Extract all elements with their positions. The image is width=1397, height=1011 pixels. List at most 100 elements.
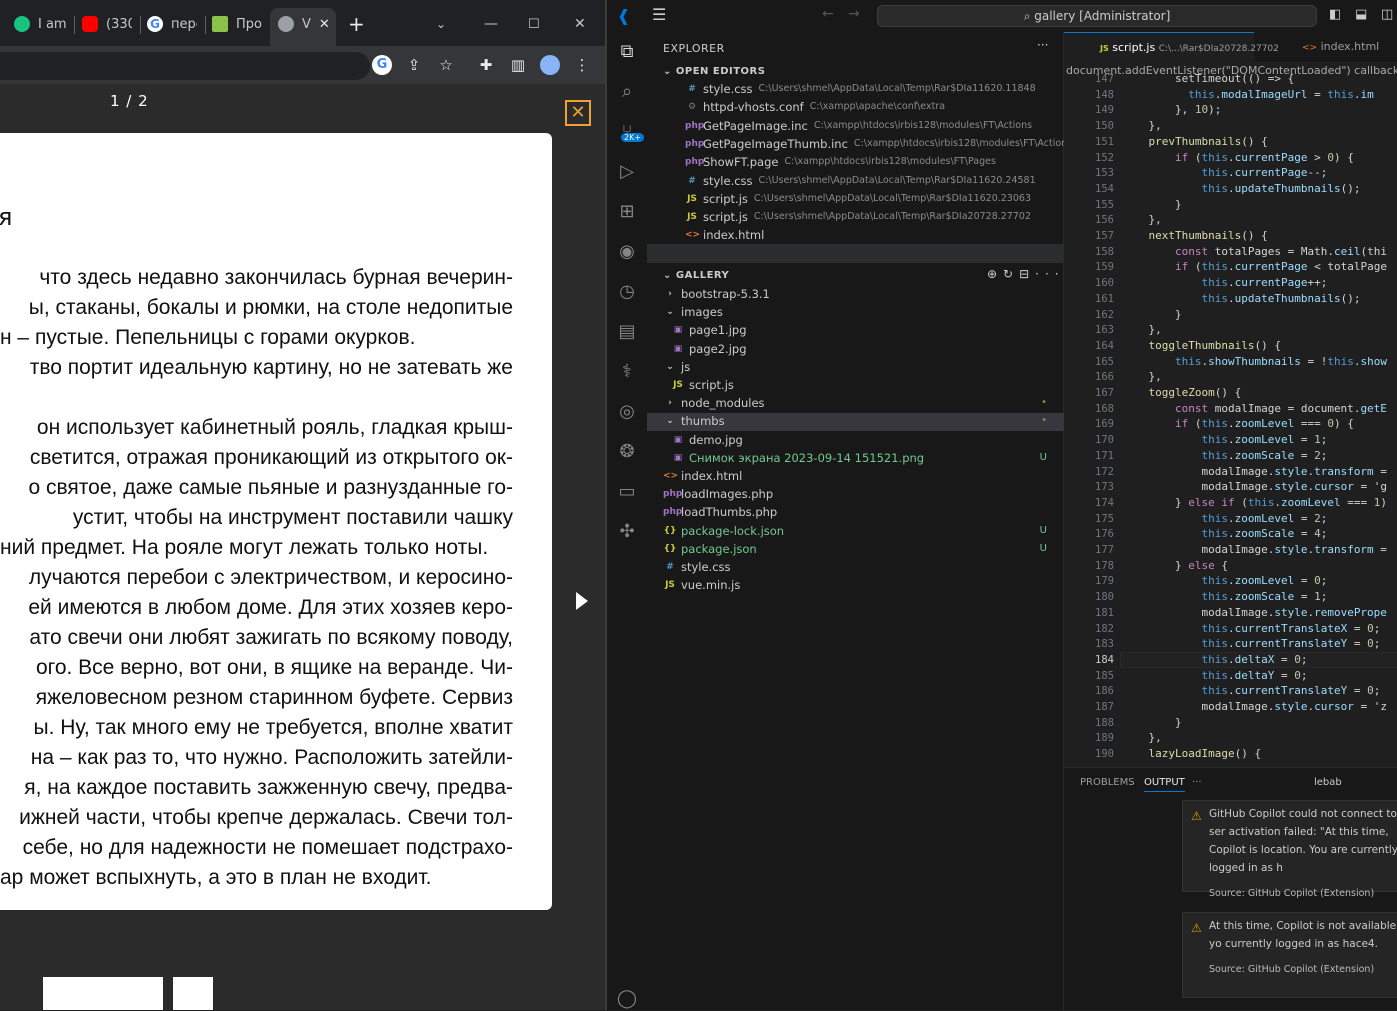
side-panel-icon[interactable]: ▥ bbox=[508, 55, 528, 75]
tree-item[interactable]: ⌄ js bbox=[663, 358, 1047, 376]
code-line[interactable]: this.zoomLevel = 1; bbox=[1122, 433, 1327, 446]
code-line[interactable]: }, bbox=[1122, 213, 1161, 226]
toggle-sidebar-icon[interactable]: ◧ bbox=[1329, 7, 1341, 22]
code-line[interactable]: this.currentPage++; bbox=[1122, 276, 1327, 289]
layout-icon[interactable]: ◫ bbox=[1381, 7, 1393, 22]
extensions-icon[interactable]: ⊞ bbox=[615, 200, 639, 224]
code-line[interactable]: const modalImage = document.getE bbox=[1122, 402, 1387, 415]
code-line[interactable]: this.zoomScale = 4; bbox=[1122, 527, 1327, 540]
code-line[interactable]: this.currentTranslateX = 0; bbox=[1122, 622, 1380, 635]
tree-item[interactable]: {} package-lock.json U bbox=[663, 522, 1047, 540]
tree-item[interactable]: ▣ page2.jpg bbox=[671, 340, 1047, 358]
open-editor-item[interactable]: ⚙ httpd-vhosts.conf C:\xampp\apache\conf\e… bbox=[685, 98, 1047, 116]
code-line[interactable]: if (this.zoomLevel === 0) { bbox=[1122, 417, 1354, 430]
open-editors-header[interactable]: ⌄ OPEN EDITORS bbox=[663, 66, 765, 77]
timeline-icon[interactable]: ◷ bbox=[615, 280, 639, 304]
open-editor-item[interactable]: JS script.js C:\Users\shmel\AppData\Local\… bbox=[685, 190, 1047, 208]
code-line[interactable]: }, bbox=[1122, 731, 1161, 744]
tree-item[interactable]: # style.css bbox=[663, 558, 1047, 576]
address-bar[interactable] bbox=[0, 52, 370, 80]
editor-tab-index-html[interactable]: <> index.html bbox=[1302, 32, 1397, 62]
menu-hamburger-icon[interactable]: ☰ bbox=[652, 5, 666, 24]
window-close-icon[interactable]: ✕ bbox=[574, 10, 588, 38]
forward-arrow-icon[interactable]: → bbox=[848, 6, 860, 22]
copilot-notification-2[interactable]: ⚠ At this time, Copilot is not available… bbox=[1182, 912, 1397, 998]
remote-icon[interactable]: ✣ bbox=[615, 520, 639, 544]
code-line[interactable]: lazyLoadImage() { bbox=[1122, 747, 1262, 760]
code-line[interactable]: this.zoomScale = 1; bbox=[1122, 590, 1327, 603]
code-line[interactable]: modalImage.style.removePrope bbox=[1122, 606, 1386, 619]
open-editor-item[interactable]: # style.css C:\Users\shmel\AppData\Local\T… bbox=[685, 80, 1047, 98]
output-channel-select[interactable]: lebab bbox=[1314, 777, 1342, 788]
tab-active[interactable]: V ✕ bbox=[278, 10, 338, 38]
openai-icon[interactable]: ❂ bbox=[615, 440, 639, 464]
next-page-arrow-icon[interactable] bbox=[576, 592, 588, 610]
tree-item[interactable]: JS script.js bbox=[671, 376, 1047, 394]
code-line[interactable]: if (this.currentPage > 0) { bbox=[1122, 151, 1354, 164]
open-editor-item[interactable]: JS script.js C:\Users\shmel\AppData\Local\… bbox=[685, 208, 1047, 226]
copilot-notification-1[interactable]: ⚠ GitHub Copilot could not connect to se… bbox=[1182, 800, 1397, 899]
google-lens-icon[interactable]: G bbox=[372, 55, 392, 75]
tree-item[interactable]: ▣ demo.jpg bbox=[671, 431, 1047, 449]
docker-icon[interactable]: ▤ bbox=[615, 320, 639, 344]
tree-item[interactable]: ⌄ images bbox=[663, 303, 1047, 321]
code-line[interactable]: modalImage.style.cursor = 'z bbox=[1122, 700, 1386, 713]
code-line[interactable]: modalImage.style.transform = bbox=[1122, 465, 1386, 478]
tree-item[interactable]: › bootstrap-5.3.1 bbox=[663, 285, 1047, 303]
tree-item[interactable]: <> index.html bbox=[663, 467, 1047, 485]
code-line[interactable]: toggleThumbnails() { bbox=[1122, 339, 1281, 352]
code-line[interactable]: toggleZoom() { bbox=[1122, 386, 1242, 399]
tab-book[interactable]: Про bbox=[212, 10, 264, 38]
code-line[interactable]: this.updateThumbnails(); bbox=[1122, 182, 1360, 195]
menu-icon[interactable]: ⋮ bbox=[572, 55, 592, 75]
code-line[interactable]: this.zoomLevel = 0; bbox=[1122, 574, 1327, 587]
code-line[interactable]: const totalPages = Math.ceil(thi bbox=[1122, 245, 1387, 258]
tab-output[interactable]: OUTPUT bbox=[1144, 777, 1185, 792]
toggle-panel-icon[interactable]: ⬓ bbox=[1355, 7, 1367, 22]
code-line[interactable]: this.zoomScale = 2; bbox=[1122, 449, 1327, 462]
tab-search-icon[interactable]: ⌄ bbox=[436, 10, 450, 38]
live-share-icon[interactable]: ◎ bbox=[615, 400, 639, 424]
code-line[interactable]: this.deltaY = 0; bbox=[1122, 669, 1307, 682]
code-line[interactable]: this.currentTranslateY = 0; bbox=[1122, 684, 1380, 697]
code-line[interactable]: this.currentTranslateY = 0; bbox=[1122, 637, 1380, 650]
new-tab-button[interactable]: + bbox=[348, 10, 368, 38]
document-page-image[interactable]: я что здесь недавно закончилась бурная в… bbox=[0, 133, 552, 910]
explorer-icon[interactable]: ⧉ bbox=[615, 40, 639, 64]
tree-item[interactable]: php loadThumbs.php bbox=[663, 503, 1047, 521]
code-line[interactable]: setTimeout(() => { bbox=[1122, 72, 1294, 85]
code-line[interactable]: } bbox=[1122, 198, 1182, 211]
back-arrow-icon[interactable]: ← bbox=[822, 6, 834, 22]
tree-item[interactable]: ▣ page1.jpg bbox=[671, 321, 1047, 339]
command-center[interactable]: ⌕ gallery [Administrator] bbox=[877, 5, 1317, 27]
code-line[interactable]: } bbox=[1122, 716, 1182, 729]
close-tab-icon[interactable]: ✕ bbox=[319, 17, 330, 32]
tree-item[interactable]: php loadImages.php bbox=[663, 485, 1047, 503]
panel-more-icon[interactable]: ··· bbox=[1192, 777, 1202, 788]
open-editor-item[interactable]: php GetPageImage.inc C:\xampp\htdocs\irbis… bbox=[685, 117, 1047, 135]
terminal-icon[interactable]: ▭ bbox=[615, 480, 639, 504]
code-line[interactable]: }, bbox=[1122, 323, 1161, 336]
tree-item[interactable]: ⌄ thumbs • bbox=[663, 412, 1047, 430]
share-icon[interactable]: ⇪ bbox=[404, 55, 424, 75]
code-line[interactable]: this.modalImageUrl = this.im bbox=[1122, 88, 1373, 101]
code-line[interactable]: } else { bbox=[1122, 559, 1228, 572]
code-line[interactable]: if (this.currentPage < totalPage bbox=[1122, 260, 1387, 273]
code-line[interactable]: } bbox=[1122, 308, 1182, 321]
maximize-icon[interactable]: ☐ bbox=[528, 10, 542, 38]
code-line[interactable]: modalImage.style.transform = bbox=[1122, 543, 1386, 556]
tab-google[interactable]: G пере bbox=[147, 10, 197, 38]
code-line[interactable]: } else if (this.zoomLevel === 1) bbox=[1122, 496, 1387, 509]
code-line[interactable]: modalImage.style.cursor = 'g bbox=[1122, 480, 1386, 493]
code-line[interactable]: prevThumbnails() { bbox=[1122, 135, 1268, 148]
code-line[interactable]: this.deltaX = 0; bbox=[1122, 653, 1307, 666]
open-editor-item[interactable]: php GetPageImageThumb.inc C:\xampp\htdocs\… bbox=[685, 135, 1072, 153]
tab-chatgpt[interactable]: I am bbox=[14, 10, 72, 38]
code-line[interactable]: }, bbox=[1122, 370, 1161, 383]
tree-item[interactable]: {} package.json U bbox=[663, 540, 1047, 558]
open-editor-item[interactable]: php ShowFT.page C:\xampp\htdocs\irbis128\m… bbox=[685, 153, 1047, 171]
editor-tab-script-js[interactable]: JS script.js C:\...\Rar$DIa20728.27702 bbox=[1064, 32, 1279, 62]
minimize-icon[interactable]: — bbox=[484, 10, 498, 38]
open-editor-item[interactable]: <> index.html bbox=[685, 226, 1047, 244]
code-line[interactable]: this.currentPage--; bbox=[1122, 166, 1327, 179]
